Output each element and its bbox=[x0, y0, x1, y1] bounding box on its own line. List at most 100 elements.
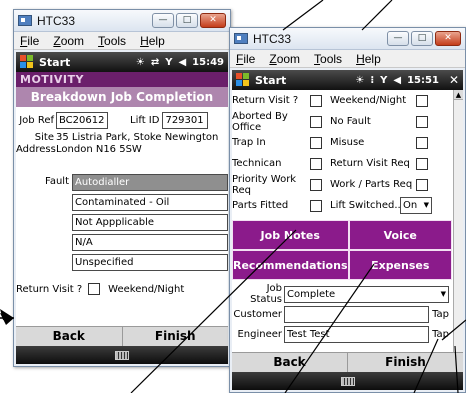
windows-logo-icon[interactable] bbox=[20, 55, 34, 69]
emulator-window-1: HTC33 — □ ✕ File Zoom Tools Help Start ☀… bbox=[13, 9, 231, 367]
fault-label: Fault bbox=[45, 176, 69, 187]
menu-tools[interactable]: Tools bbox=[314, 52, 342, 66]
return-visit-label: Return Visit ? bbox=[16, 283, 83, 295]
job-notes-button[interactable]: Job Notes bbox=[232, 220, 349, 250]
weekend-night-label: Weekend/Night bbox=[108, 283, 185, 295]
menu-help[interactable]: Help bbox=[140, 34, 165, 48]
windows-logo-icon[interactable] bbox=[236, 73, 250, 87]
lift-id-field[interactable]: 729301 bbox=[162, 111, 209, 129]
menu-help[interactable]: Help bbox=[356, 52, 381, 66]
callout-line bbox=[282, 0, 324, 31]
clock[interactable]: 15:49 bbox=[192, 57, 224, 68]
return-visit-req-checkbox[interactable] bbox=[416, 157, 428, 170]
engineer-field[interactable]: Test Test bbox=[284, 325, 430, 343]
menu-file[interactable]: File bbox=[236, 52, 255, 66]
window-2-titlebar[interactable]: HTC33 — □ ✕ bbox=[230, 28, 465, 50]
signal-icon[interactable]: Y bbox=[165, 57, 172, 68]
menu-file[interactable]: File bbox=[20, 34, 39, 48]
voice-button[interactable]: Voice bbox=[348, 220, 452, 250]
page-title: Breakdown Job Completion bbox=[16, 87, 228, 107]
keyboard-icon[interactable] bbox=[115, 350, 129, 360]
clock[interactable]: 15:51 bbox=[407, 75, 439, 86]
weekend-night-checkbox[interactable] bbox=[416, 94, 428, 107]
sync-icon[interactable]: ⁝ bbox=[370, 75, 374, 86]
close-x-icon[interactable]: ✕ bbox=[449, 73, 459, 87]
lift-switched-select[interactable]: On bbox=[400, 197, 432, 214]
menu-zoom[interactable]: Zoom bbox=[269, 52, 300, 66]
lift-switched-label: Lift Switched... bbox=[330, 200, 404, 211]
customer-tap-button[interactable]: Tap bbox=[432, 309, 449, 320]
signal-icon[interactable]: Y bbox=[380, 75, 387, 86]
parts-fitted-checkbox[interactable] bbox=[310, 199, 322, 212]
fault-list-item[interactable]: Unspecified bbox=[72, 254, 228, 271]
menu-tools[interactable]: Tools bbox=[98, 34, 126, 48]
connectivity-icon[interactable]: ☀ bbox=[136, 57, 145, 68]
job-ref-label: Job Ref bbox=[19, 114, 54, 126]
start-bar: Start ☀ ⁝ Y ◀ 15:51 ✕ bbox=[232, 70, 463, 90]
maximize-button[interactable]: □ bbox=[411, 31, 433, 46]
trap-in-checkbox[interactable] bbox=[310, 136, 322, 149]
technican-label: Technican bbox=[232, 158, 282, 169]
recommendations-button[interactable]: Recommendations bbox=[232, 250, 349, 280]
no-fault-checkbox[interactable] bbox=[416, 115, 428, 128]
aborted-by-office-checkbox[interactable] bbox=[310, 115, 322, 128]
fault-list-item[interactable]: N/A bbox=[72, 234, 228, 251]
volume-icon[interactable]: ◀ bbox=[393, 75, 401, 86]
action-button-grid: Job Notes Voice Recommendations Expenses bbox=[232, 220, 452, 280]
minimize-button[interactable]: — bbox=[152, 13, 174, 28]
misuse-checkbox[interactable] bbox=[416, 136, 428, 149]
brand-bar: MOTIVITY bbox=[16, 72, 228, 87]
input-panel-bar bbox=[232, 372, 463, 390]
app-icon bbox=[18, 15, 32, 26]
work-parts-req-checkbox[interactable] bbox=[416, 178, 428, 191]
address-line-2: London N16 5SW bbox=[56, 144, 142, 155]
vertical-scrollbar[interactable]: ▲ bbox=[453, 90, 463, 352]
return-visit-label: Return Visit ? bbox=[232, 95, 299, 106]
start-bar: Start ☀ ⇄ Y ◀ 15:49 bbox=[16, 52, 228, 72]
device-screen-1: Start ☀ ⇄ Y ◀ 15:49 MOTIVITY Breakdown J… bbox=[16, 52, 228, 364]
return-visit-checkbox[interactable] bbox=[310, 94, 322, 107]
customer-field[interactable] bbox=[284, 305, 430, 323]
address-line-1: 35 Listria Park, Stoke Newington bbox=[56, 132, 219, 143]
start-label[interactable]: Start bbox=[255, 74, 286, 87]
fault-list-item[interactable]: Contaminated - Oil bbox=[72, 194, 228, 211]
job-status-select[interactable]: Complete bbox=[284, 285, 449, 303]
fault-list-item[interactable]: Autodialler bbox=[72, 174, 228, 191]
device-screen-2: Start ☀ ⁝ Y ◀ 15:51 ✕ ▲ Return Visit ? W… bbox=[232, 70, 463, 390]
address-label: Address bbox=[16, 144, 56, 155]
aborted-by-office-label: Aborted By Office bbox=[232, 110, 288, 133]
expenses-button[interactable]: Expenses bbox=[348, 250, 452, 280]
finish-button[interactable]: Finish bbox=[348, 353, 463, 372]
window-1-menubar: File Zoom Tools Help bbox=[14, 32, 230, 50]
parts-fitted-label: Parts Fitted bbox=[232, 200, 289, 211]
volume-icon[interactable]: ◀ bbox=[178, 57, 186, 68]
back-button[interactable]: Back bbox=[232, 353, 348, 372]
emulator-window-2: HTC33 — □ ✕ File Zoom Tools Help Start ☀… bbox=[229, 27, 466, 393]
back-button[interactable]: Back bbox=[16, 327, 123, 346]
close-button[interactable]: ✕ bbox=[200, 13, 226, 28]
keyboard-icon[interactable] bbox=[340, 376, 355, 386]
close-button[interactable]: ✕ bbox=[435, 31, 461, 46]
softkey-bar: Back Finish bbox=[16, 326, 228, 346]
window-1-titlebar[interactable]: HTC33 — □ ✕ bbox=[14, 10, 230, 32]
pointer-arrow-icon bbox=[0, 309, 14, 325]
technican-checkbox[interactable] bbox=[310, 157, 322, 170]
engineer-tap-button[interactable]: Tap bbox=[432, 329, 449, 340]
connectivity-icon[interactable]: ☀ bbox=[355, 75, 364, 86]
weekend-night-label: Weekend/Night bbox=[330, 95, 407, 106]
customer-label: Customer bbox=[233, 308, 282, 320]
minimize-button[interactable]: — bbox=[387, 31, 409, 46]
maximize-button[interactable]: □ bbox=[176, 13, 198, 28]
fault-list-item[interactable]: Not Appplicable bbox=[72, 214, 228, 231]
start-label[interactable]: Start bbox=[39, 56, 70, 69]
priority-work-req-checkbox[interactable] bbox=[310, 178, 322, 191]
window-2-menubar: File Zoom Tools Help bbox=[230, 50, 465, 68]
job-ref-field[interactable]: BC20612 bbox=[56, 111, 108, 129]
finish-button[interactable]: Finish bbox=[123, 327, 229, 346]
softkey-bar: Back Finish bbox=[232, 352, 463, 372]
scroll-up-icon[interactable]: ▲ bbox=[454, 90, 463, 100]
menu-zoom[interactable]: Zoom bbox=[53, 34, 84, 48]
sync-icon[interactable]: ⇄ bbox=[151, 57, 159, 68]
return-visit-checkbox[interactable] bbox=[88, 283, 101, 295]
callout-line bbox=[361, 0, 393, 31]
